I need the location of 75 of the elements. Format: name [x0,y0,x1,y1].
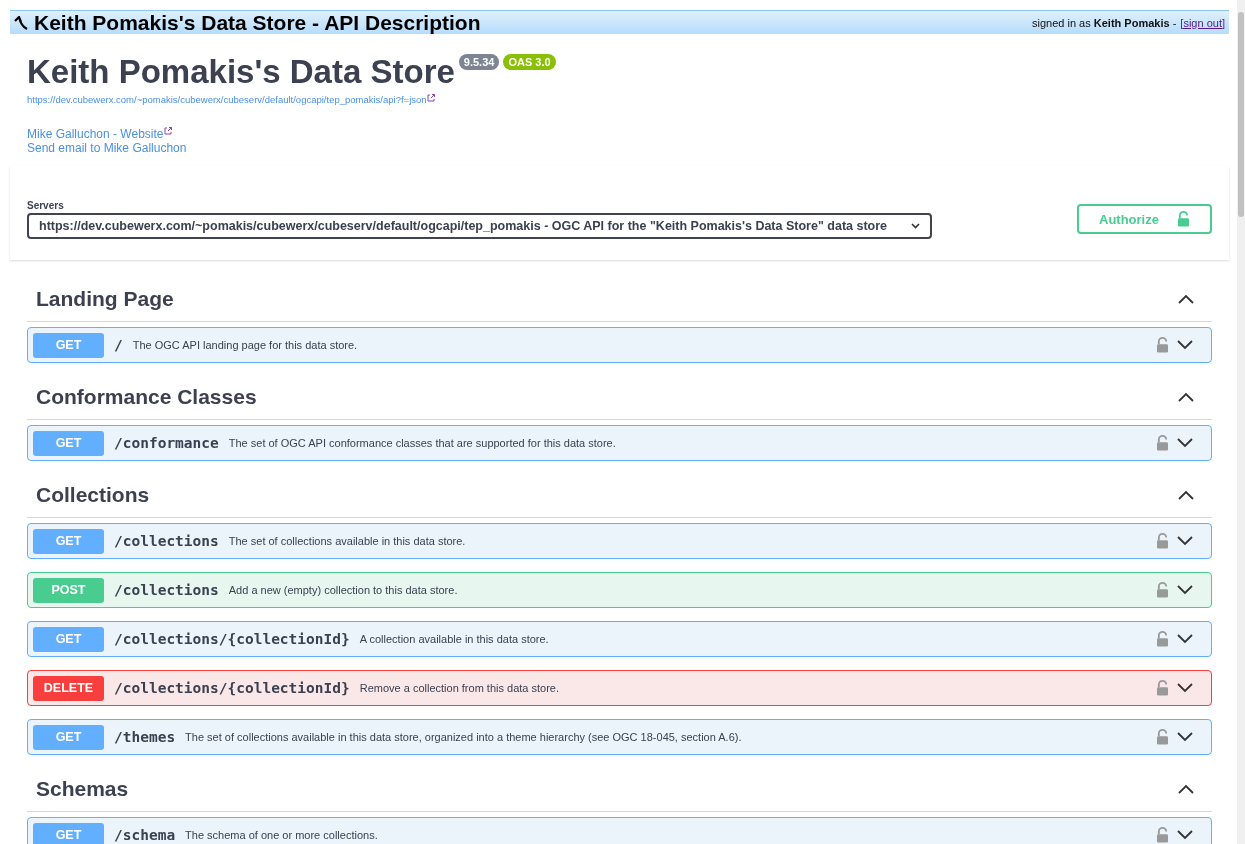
signed-in-text: signed in as Keith Pomakis - [1032,16,1177,29]
method-badge: GET [33,332,104,358]
chevron-down-icon[interactable] [1177,830,1193,840]
chevron-down-icon[interactable] [1177,634,1193,644]
chevron-up-icon[interactable] [1178,490,1194,500]
method-badge: GET [33,822,104,844]
scrollbar[interactable] [1237,0,1245,844]
unlocked-padlock-icon[interactable] [1156,435,1169,451]
operation-summary: The OGC API landing page for this data store. [132,339,359,351]
chevron-down-icon[interactable] [1177,732,1193,742]
operation-path: /themes [114,729,176,745]
operation-row[interactable]: POST /collections Add a new (empty) collection to this data store. [27,572,1212,608]
method-badge: GET [33,430,104,456]
operation-summary: Add a new (empty) collection to this data store. [228,584,459,596]
api-title: Keith Pomakis's Data Store [27,52,455,92]
external-link-icon [426,94,435,102]
unlocked-padlock-icon[interactable] [1156,533,1169,549]
unlocked-padlock-icon[interactable] [1156,582,1169,598]
operation-path: /collections/{collectionId} [114,631,350,647]
chevron-up-icon[interactable] [1178,294,1194,304]
operation-row[interactable]: GET /collections/{collectionId} A collection available in this data store. [27,621,1212,657]
chevron-down-icon[interactable] [1177,683,1193,693]
operation-path: / [114,337,123,353]
method-badge: GET [33,528,104,554]
operation-summary: Remove a collection from this data store. [359,682,560,694]
operation-path: /conformance [114,435,219,451]
operation-row[interactable]: GET /conformance The set of OGC API conformance classes that are supported for this data store. [27,425,1212,461]
chevron-down-icon[interactable] [1177,340,1193,350]
operation-row[interactable]: GET / The OGC API landing page for this data store. [27,327,1212,363]
operation-row[interactable]: DELETE /collections/{collectionId} Remove a collection from this data store. [27,670,1212,706]
page-title: Keith Pomakis's Data Store - API Description [34,10,481,35]
caret-icon [911,222,920,229]
section-header[interactable]: Schemas [27,767,1212,812]
method-badge: POST [33,577,104,603]
api-url-link[interactable]: https://dev.cubewerx.com/~pomakis/cubewerx/cubeserv/default/ogcapi/tep_pomakis/api?f=json [27,94,427,105]
section-title: Landing Page [36,287,174,311]
section-header[interactable]: Collections [27,473,1212,518]
servers-select[interactable]: https://dev.cubewerx.com/~pomakis/cubewerx/cubeserv/default/ogcapi/tep_pomakis - OGC API for the "Keith Pomakis's Data Store" data store [27,212,932,239]
unlocked-padlock-icon [1176,211,1190,227]
chevron-down-icon[interactable] [1177,438,1193,448]
operation-row[interactable]: GET /schema The schema of one or more collections. [27,817,1212,844]
version-badge: 9.5.34 [458,54,500,70]
operation-summary: The set of OGC API conformance classes that are supported for this data store. [228,437,617,449]
chevron-down-icon[interactable] [1177,585,1193,595]
section-title: Conformance Classes [36,385,257,409]
servers-label: Servers [27,199,65,211]
sign-out-link[interactable]: [sign out] [1180,16,1225,29]
operation-summary: A collection available in this data store. [359,633,550,645]
arrow-icon [14,15,28,30]
section-header[interactable]: Landing Page [27,277,1212,322]
operation-path: /collections [114,582,219,598]
chevron-up-icon[interactable] [1178,784,1194,794]
chevron-up-icon[interactable] [1178,392,1194,402]
external-link-icon [163,127,172,135]
operation-summary: The set of collections available in this data store. [228,535,467,547]
unlocked-padlock-icon[interactable] [1156,631,1169,647]
oas-badge: OAS 3.0 [503,54,556,70]
section-title: Collections [36,483,150,507]
operation-path: /collections/{collectionId} [114,680,350,696]
operation-path: /schema [114,827,176,843]
method-badge: DELETE [33,675,104,701]
method-badge: GET [33,724,104,750]
operation-summary: The schema of one or more collections. [185,829,379,841]
section-title: Schemas [36,777,129,801]
scrollbar-thumb[interactable] [1238,12,1244,217]
operation-path: /collections [114,533,219,549]
chevron-down-icon[interactable] [1177,536,1193,546]
section-header[interactable]: Conformance Classes [27,375,1212,420]
operation-row[interactable]: GET /themes The set of collections available in this data store, organized into a theme hierarchy (see OGC 18-045, section A.6). [27,719,1212,755]
operation-row[interactable]: GET /collections The set of collections available in this data store. [27,523,1212,559]
operation-summary: The set of collections available in this data store, organized into a theme hierarchy (see OGC 18-045, section A.6). [185,731,743,743]
method-badge: GET [33,626,104,652]
unlocked-padlock-icon[interactable] [1156,337,1169,353]
unlocked-padlock-icon[interactable] [1156,827,1169,843]
unlocked-padlock-icon[interactable] [1156,729,1169,745]
